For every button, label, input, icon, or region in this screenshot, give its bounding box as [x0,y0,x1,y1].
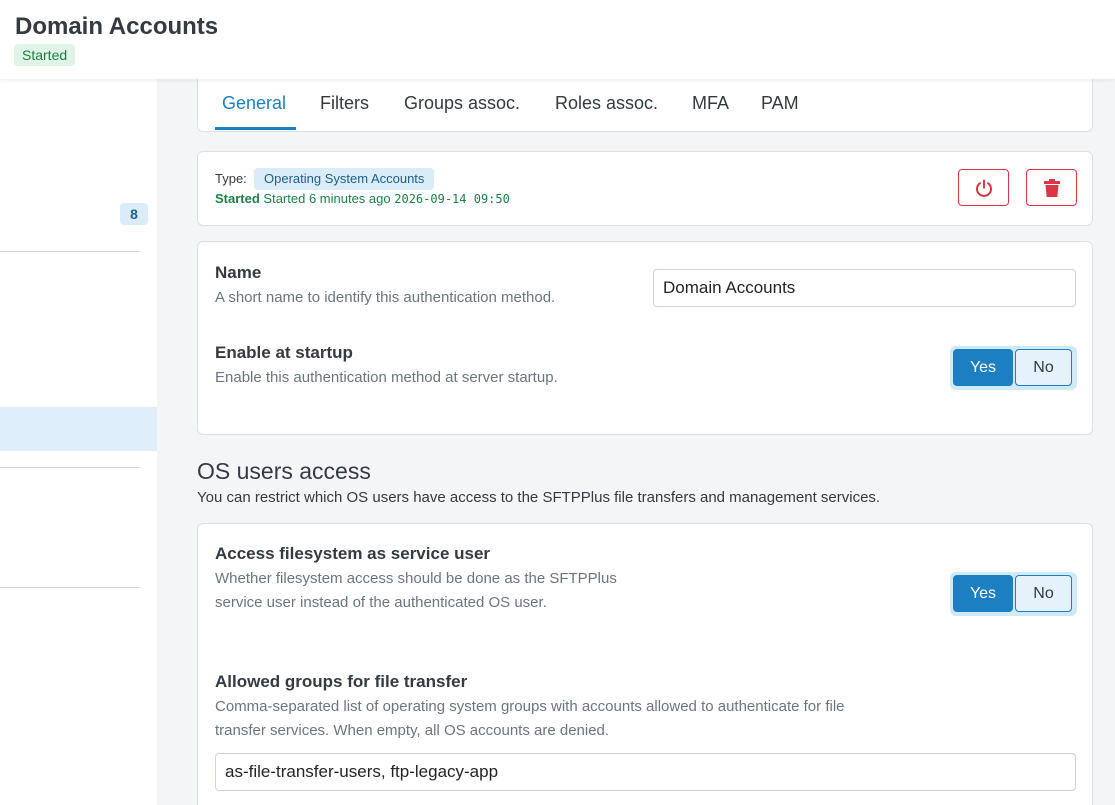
name-field-help: A short name to identify this authentica… [215,289,556,306]
status-summary-card: Type: Operating System Accounts Started … [197,151,1093,226]
state-timestamp: 2026-09-14 09:50 [394,192,510,206]
state-detail: Started 6 minutes ago [263,191,391,206]
enable-startup-help: Enable this authentication method at ser… [215,369,558,386]
type-badge: Operating System Accounts [254,168,435,190]
power-icon [975,179,992,197]
tab-mfa[interactable]: MFA [692,93,729,114]
sidebar-divider [0,251,141,252]
tab-pam[interactable]: PAM [761,93,799,114]
enable-startup-no-button[interactable]: No [1015,349,1072,386]
sidebar-divider [0,467,141,468]
section-description: You can restrict which OS users have acc… [197,489,881,506]
service-user-title: Access filesystem as service user [215,544,491,563]
active-tab-indicator [215,127,296,130]
name-field-title: Name [215,263,262,282]
tab-filters[interactable]: Filters [320,93,369,114]
stop-button[interactable] [958,169,1009,206]
sidebar: 8 [0,79,157,805]
tab-roles-assoc[interactable]: Roles assoc. [555,93,658,114]
name-input[interactable] [653,269,1076,307]
state-label: Started [215,191,260,206]
general-settings-card: Name A short name to identify this authe… [197,241,1093,435]
delete-button[interactable] [1026,169,1077,206]
type-label: Type: [215,171,247,186]
trash-icon [1043,178,1060,197]
status-line: Started Started 6 minutes ago 2026-09-14… [215,191,510,206]
sidebar-divider [0,587,141,588]
enable-startup-title: Enable at startup [215,343,353,362]
service-user-yes-button[interactable]: Yes [953,575,1013,612]
sidebar-item-active[interactable] [0,407,157,451]
service-user-toggle: Yes No [950,572,1077,616]
page-header: Domain Accounts Started [0,0,1115,79]
tab-bar: General Filters Groups assoc. Roles asso… [197,70,1093,132]
section-title: OS users access [197,458,371,484]
tab-general[interactable]: General [222,93,286,114]
os-access-card: Access filesystem as service user Whethe… [197,523,1093,805]
allowed-groups-help: Comma-separated list of operating system… [215,698,845,739]
enable-startup-toggle: Yes No [950,346,1077,390]
sidebar-count-badge: 8 [120,203,148,225]
page-title: Domain Accounts [15,13,219,40]
status-badge: Started [14,44,76,66]
allowed-groups-title: Allowed groups for file transfer [215,672,468,691]
enable-startup-yes-button[interactable]: Yes [953,349,1013,386]
allowed-groups-input[interactable] [215,753,1076,791]
service-user-no-button[interactable]: No [1015,575,1072,612]
tab-groups-assoc[interactable]: Groups assoc. [404,93,520,114]
service-user-help: Whether filesystem access should be done… [215,570,617,611]
